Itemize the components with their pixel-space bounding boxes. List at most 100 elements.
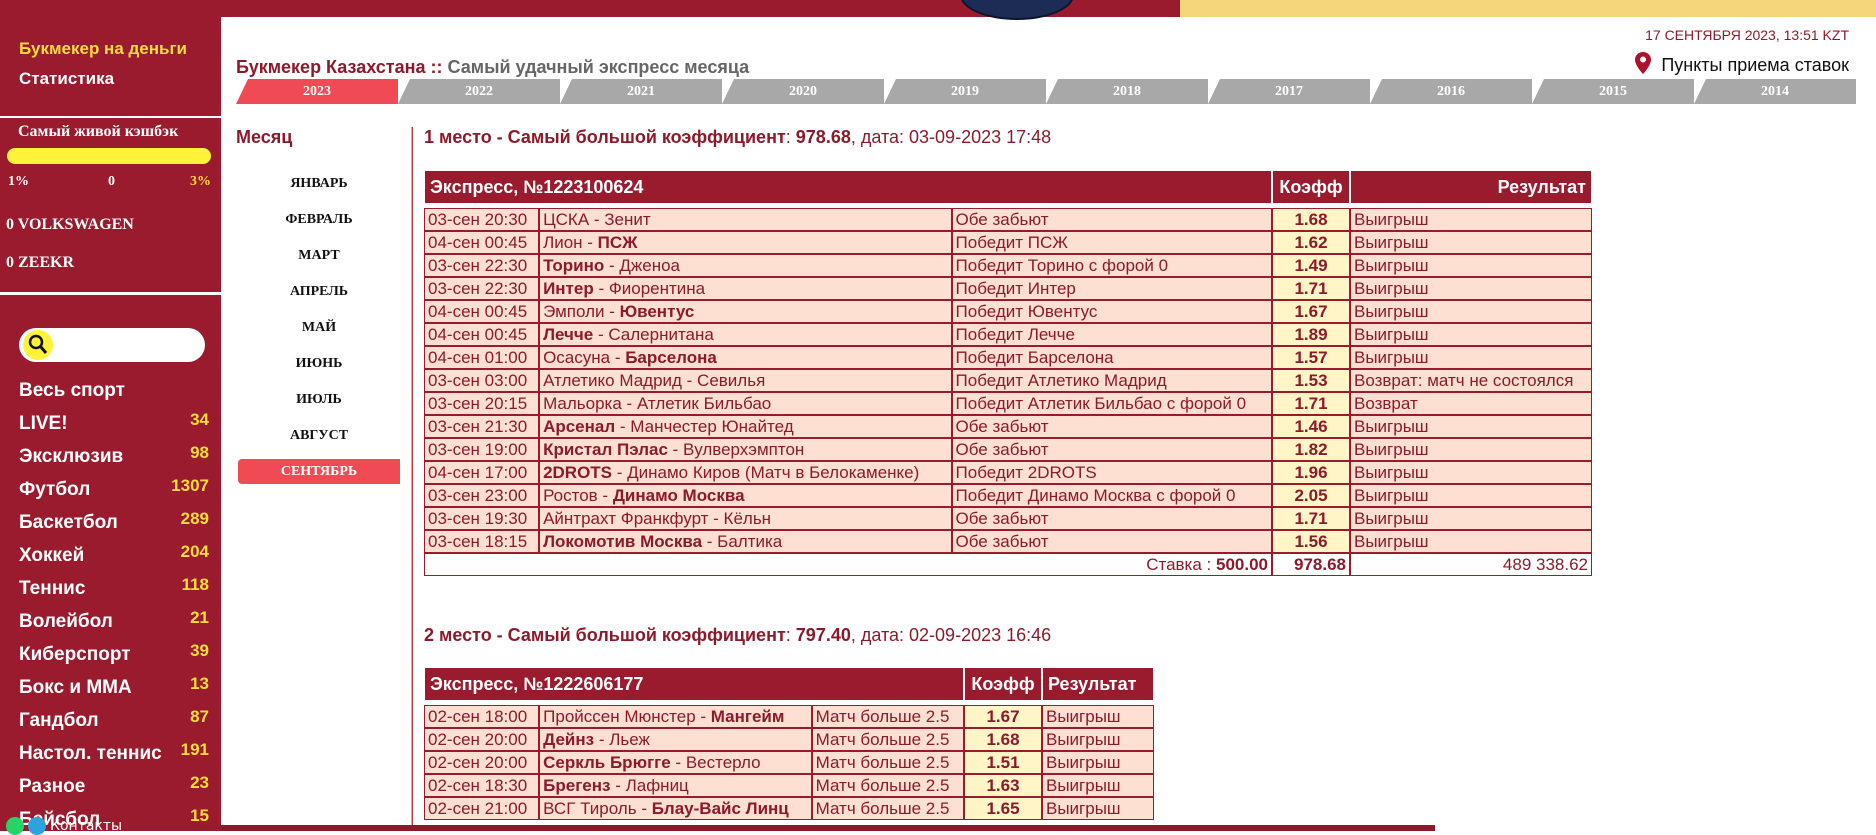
sport-exclusive[interactable]: Эксклюзив 98 [19,443,209,468]
bet-result: Выигрыш [1350,461,1592,484]
promo-volkswagen[interactable]: 0 VOLKSWAGEN [6,216,134,234]
sport-handball[interactable]: Гандбол 87 [19,707,209,732]
bet-outcome: Матч больше 2.5 [811,751,964,774]
bet-coef: 1.46 [1272,415,1350,438]
sport-hockey[interactable]: Хоккей 204 [19,542,209,567]
cashback-title[interactable]: Самый живой кэшбэк [18,123,178,141]
sport-all[interactable]: Весь спорт [19,380,209,402]
title-site-link[interactable]: Букмекер Казахстана [236,57,426,77]
bet-match[interactable]: Атлетико Мадрид - Севилья [539,369,952,392]
team-away: Салернитана [608,325,714,344]
bet-match[interactable]: Лион - ПСЖ [539,231,952,254]
promo-zeekr[interactable]: 0 ZEEKR [6,254,74,272]
sport-misc[interactable]: Разное 23 [19,773,209,798]
month-january[interactable]: ЯНВАРЬ [238,171,400,196]
sport-tennis[interactable]: Теннис 118 [19,575,209,600]
team-home: Арсенал [543,417,616,436]
sport-volleyball[interactable]: Волейбол 21 [19,608,209,633]
bet-coef: 1.68 [1272,208,1350,231]
tab-year-2020[interactable]: 2020 [722,79,884,104]
month-july[interactable]: ИЮЛЬ [238,387,400,412]
tab-year-2023[interactable]: 2023 [236,79,398,104]
bet-match[interactable]: Локомотив Москва - Балтика [539,530,952,553]
tab-year-2019[interactable]: 2019 [884,79,1046,104]
sport-live[interactable]: LIVE! 34 [19,410,209,435]
sport-esports[interactable]: Киберспорт 39 [19,641,209,666]
tab-year-2014[interactable]: 2014 [1694,79,1856,104]
bet-match[interactable]: Брегенз - Лафниц [539,774,812,797]
sport-basketball[interactable]: Баскетбол 289 [19,509,209,534]
team-away: Барселона [625,348,717,367]
team-home: Локомотив Москва [543,532,703,551]
match-dash: - [615,417,631,436]
bet-match[interactable]: Торино - Дженоа [539,254,952,277]
bet-match[interactable]: Ростов - Динамо Москва [539,484,952,507]
statistics-link[interactable]: Статистика [19,69,114,89]
bet-result: Выигрыш [1350,323,1592,346]
team-away: Блау-Вайс Линц [651,799,789,818]
sport-count: 39 [190,641,209,660]
search-input[interactable] [19,328,205,362]
content-divider-accent [412,127,413,831]
team-away: Атлетик Бильбао [636,394,772,413]
month-june[interactable]: ИЮНЬ [238,351,400,376]
bet-match[interactable]: Мальорка - Атлетик Бильбао [539,392,952,415]
betting-points-link[interactable]: Пункты приема ставок [1635,52,1849,76]
month-march[interactable]: МАРТ [238,243,400,268]
month-september[interactable]: СЕНТЯБРЬ [238,459,400,484]
sport-label: Гандбол [19,710,99,731]
team-home: Кристал Пэлас [543,440,668,459]
bet-match[interactable]: Айнтрахт Франкфурт - Кёльн [539,507,952,530]
whatsapp-icon[interactable] [6,817,24,835]
team-away: Манчестер Юнайтед [630,417,794,436]
team-away: Зенит [604,210,651,229]
express-1-label: Экспресс, №1223100624 [424,170,1272,204]
team-home: Осасуна [543,348,611,367]
sport-table-tennis[interactable]: Настол. теннис 191 [19,740,209,765]
month-may[interactable]: МАЙ [238,315,400,340]
bet-match[interactable]: Интер - Фиорентина [539,277,952,300]
contacts-link[interactable]: Контакты [50,818,122,834]
bookmaker-link[interactable]: Букмекер на деньги [19,39,187,59]
bet-match[interactable]: Кристал Пэлас - Вулверхэмптон [539,438,952,461]
bet-match[interactable]: ВСГ Тироль - Блау-Вайс Линц [539,797,812,820]
month-april[interactable]: АПРЕЛЬ [238,279,400,304]
tab-year-2015[interactable]: 2015 [1532,79,1694,104]
bet-coef: 1.71 [1272,507,1350,530]
tab-year-2017[interactable]: 2017 [1208,79,1370,104]
bet-match[interactable]: Лечче - Салернитана [539,323,952,346]
bet-row: 04-сен 00:45 Эмполи - Ювентус Победит Ювен… [424,300,1592,323]
bet-match[interactable]: Серкль Брюгге - Вестерло [539,751,812,774]
team-home: Лечче [543,325,594,344]
express-table-1: Экспресс, №1223100624 Коэфф Результат 03… [424,170,1592,576]
bet-match[interactable]: Дейнз - Льеж [539,728,812,751]
bet-time: 03-сен 19:00 [424,438,540,461]
month-august[interactable]: АВГУСТ [238,423,400,448]
tab-year-2016[interactable]: 2016 [1370,79,1532,104]
sport-label: Теннис [19,578,86,599]
bet-match[interactable]: Осасуна - Барселона [539,346,952,369]
bet-match[interactable]: ЦСКА - Зенит [539,208,952,231]
bet-result: Выигрыш [1042,728,1154,751]
search-icon[interactable] [23,330,53,360]
total-coef: 978.68 [1272,553,1350,576]
sport-football[interactable]: Футбол 1307 [19,476,209,501]
month-february[interactable]: ФЕВРАЛЬ [238,207,400,232]
tab-year-2022[interactable]: 2022 [398,79,560,104]
match-dash: - [636,799,652,818]
tab-year-2021[interactable]: 2021 [560,79,722,104]
match-dash: - [593,279,609,298]
bet-match[interactable]: 2DROTS - Динамо Киров (Матч в Белокаменк… [539,461,952,484]
bet-match[interactable]: Эмполи - Ювентус [539,300,952,323]
bet-time: 03-сен 19:30 [424,507,540,530]
bet-row: 02-сен 18:00 Пройссен Мюнстер - Мангейм Ма… [424,705,1154,728]
telegram-icon[interactable] [28,817,46,835]
team-home: Интер [543,279,594,298]
express-table-2: Экспресс, №1222606177 Коэфф Результат 02… [424,667,1154,820]
sport-boxing-mma[interactable]: Бокс и ММА 13 [19,674,209,699]
sport-label: Настол. теннис [19,743,162,764]
bet-match[interactable]: Пройссен Мюнстер - Мангейм [539,705,812,728]
tab-year-2018[interactable]: 2018 [1046,79,1208,104]
cashback-progress-bar [7,148,211,164]
bet-match[interactable]: Арсенал - Манчестер Юнайтед [539,415,952,438]
